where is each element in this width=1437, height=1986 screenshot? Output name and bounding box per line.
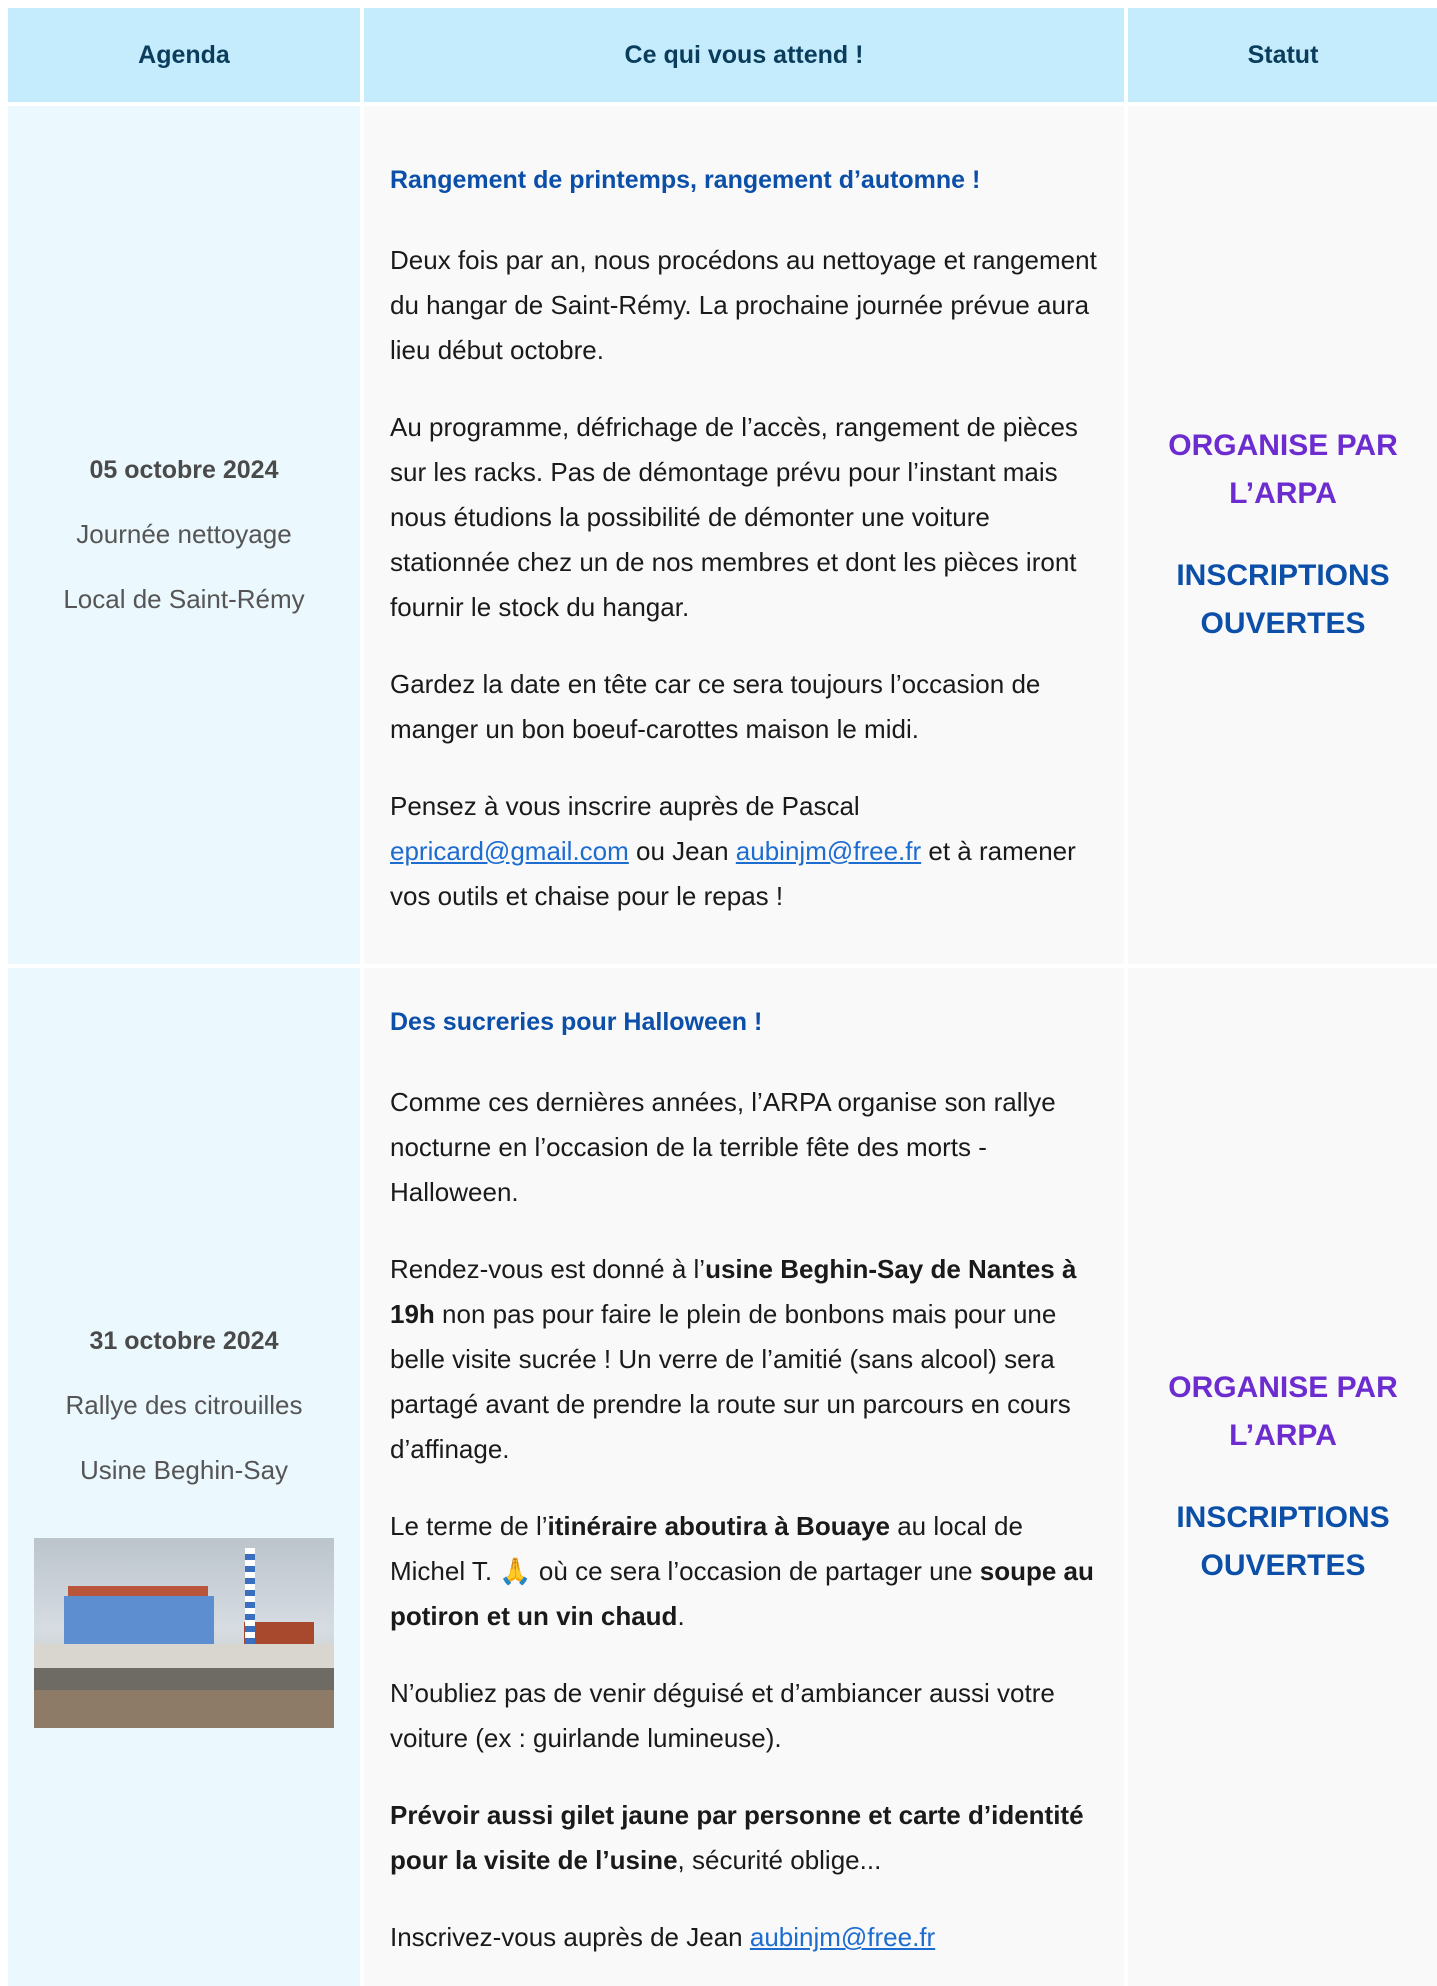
- status-registration: INSCRIPTIONS OUVERTES: [1176, 559, 1390, 640]
- photo-chimney: [245, 1547, 255, 1644]
- text: ou Jean: [628, 835, 736, 866]
- column-header-agenda: Agenda: [8, 8, 360, 106]
- status-organizer: ORGANISE PAR L’ARPA: [1168, 429, 1398, 510]
- email-link-jean[interactable]: aubinjm@free.fr: [736, 836, 921, 866]
- paragraph: Gardez la date en tête car ce sera toujo…: [390, 668, 1041, 744]
- table-header-row: Agenda Ce qui vous attend ! Statut: [8, 8, 1437, 106]
- paragraph: Au programme, défrichage de l’accès, ran…: [390, 411, 1078, 622]
- text: Rendez-vous est donné à l’: [390, 1254, 706, 1284]
- paragraph: Pensez à vous inscrire auprès de Pascal …: [390, 784, 1102, 919]
- paragraph: Inscrivez-vous auprès de Jean aubinjm@fr…: [390, 1915, 1102, 1960]
- paragraph: Comme ces dernières années, l’ARPA organ…: [390, 1087, 1056, 1207]
- event-title: Rallye des citrouilles: [65, 1389, 303, 1420]
- email-link-pascal[interactable]: epricard@gmail.com: [390, 836, 629, 866]
- text: Inscrivez-vous auprès de Jean: [390, 1922, 750, 1952]
- email-link-jean[interactable]: aubinjm@free.fr: [750, 1922, 935, 1952]
- content-cell: Des sucreries pour Halloween ! Comme ces…: [364, 968, 1124, 1986]
- event-heading: Rangement de printemps, rangement d’auto…: [390, 165, 981, 194]
- event-location: Usine Beghin-Say: [79, 1454, 289, 1485]
- photo-water: [34, 1689, 334, 1728]
- event-date: 31 octobre 2024: [89, 1326, 279, 1355]
- paragraph: Prévoir aussi gilet jaune par personne e…: [390, 1793, 1102, 1883]
- agenda-cell: 05 octobre 2024 Journée nettoyage Local …: [8, 106, 360, 968]
- event-date: 05 octobre 2024: [89, 455, 279, 484]
- paragraph: Le terme de l’itinéraire aboutira à Boua…: [390, 1504, 1102, 1639]
- photo-shed: [34, 1643, 334, 1670]
- status-cell: ORGANISE PAR L’ARPA INSCRIPTIONS OUVERTE…: [1128, 968, 1437, 1986]
- event-location: Local de Saint-Rémy: [63, 583, 305, 614]
- status-registration: INSCRIPTIONS OUVERTES: [1176, 1501, 1390, 1582]
- agenda-cell: 31 octobre 2024 Rallye des citrouilles U…: [8, 968, 360, 1986]
- text: Pensez à vous inscrire auprès de Pascal: [390, 790, 860, 821]
- text: non pas pour faire le plein de bonbons m…: [390, 1299, 1071, 1464]
- text: .: [677, 1601, 685, 1631]
- photo-building: [64, 1595, 214, 1648]
- column-header-content: Ce qui vous attend !: [364, 8, 1124, 106]
- bold-text: itinéraire aboutira à Bouaye: [547, 1511, 890, 1541]
- status-organizer: ORGANISE PAR L’ARPA: [1168, 1371, 1398, 1452]
- text: , sécurité oblige...: [677, 1845, 882, 1875]
- column-header-status: Statut: [1128, 8, 1437, 106]
- event-title: Journée nettoyage: [76, 518, 292, 549]
- factory-photo: [34, 1537, 334, 1728]
- table-row: 31 octobre 2024 Rallye des citrouilles U…: [8, 968, 1437, 1986]
- photo-quay: [34, 1667, 334, 1690]
- paragraph: Deux fois par an, nous procédons au nett…: [390, 244, 1097, 365]
- agenda-table: Agenda Ce qui vous attend ! Statut 05 oc…: [4, 8, 1437, 1986]
- text: Le terme de l’: [390, 1511, 548, 1541]
- content-cell: Rangement de printemps, rangement d’auto…: [364, 106, 1124, 968]
- paragraph: Rendez-vous est donné à l’usine Beghin-S…: [390, 1247, 1102, 1472]
- paragraph: N’oubliez pas de venir déguisé et d’ambi…: [390, 1678, 1055, 1753]
- event-heading: Des sucreries pour Halloween !: [390, 1008, 763, 1036]
- status-cell: ORGANISE PAR L’ARPA INSCRIPTIONS OUVERTE…: [1128, 106, 1437, 968]
- table-row: 05 octobre 2024 Journée nettoyage Local …: [8, 106, 1437, 968]
